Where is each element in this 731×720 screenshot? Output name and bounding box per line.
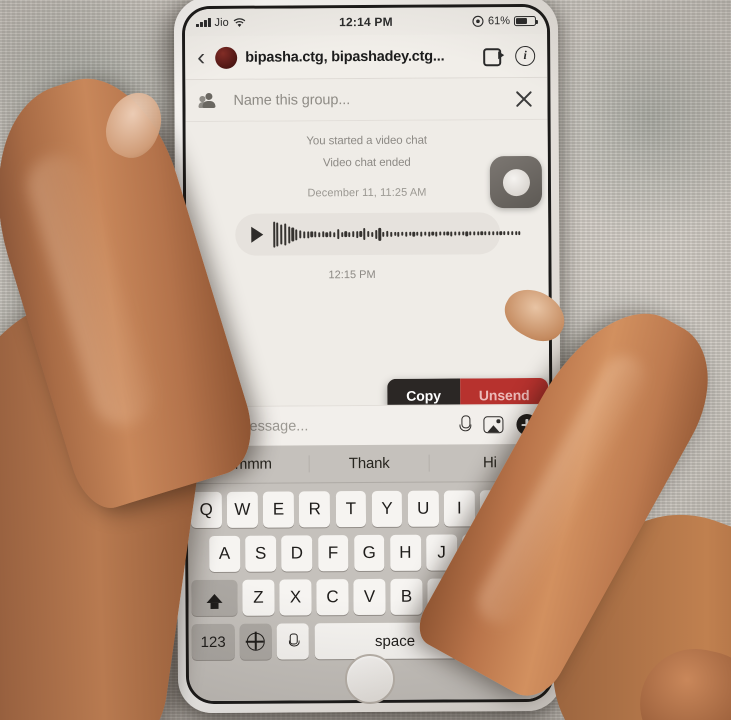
photo-scene: Jio 12:14 PM: [0, 0, 731, 720]
photo-vignette: [0, 0, 731, 720]
